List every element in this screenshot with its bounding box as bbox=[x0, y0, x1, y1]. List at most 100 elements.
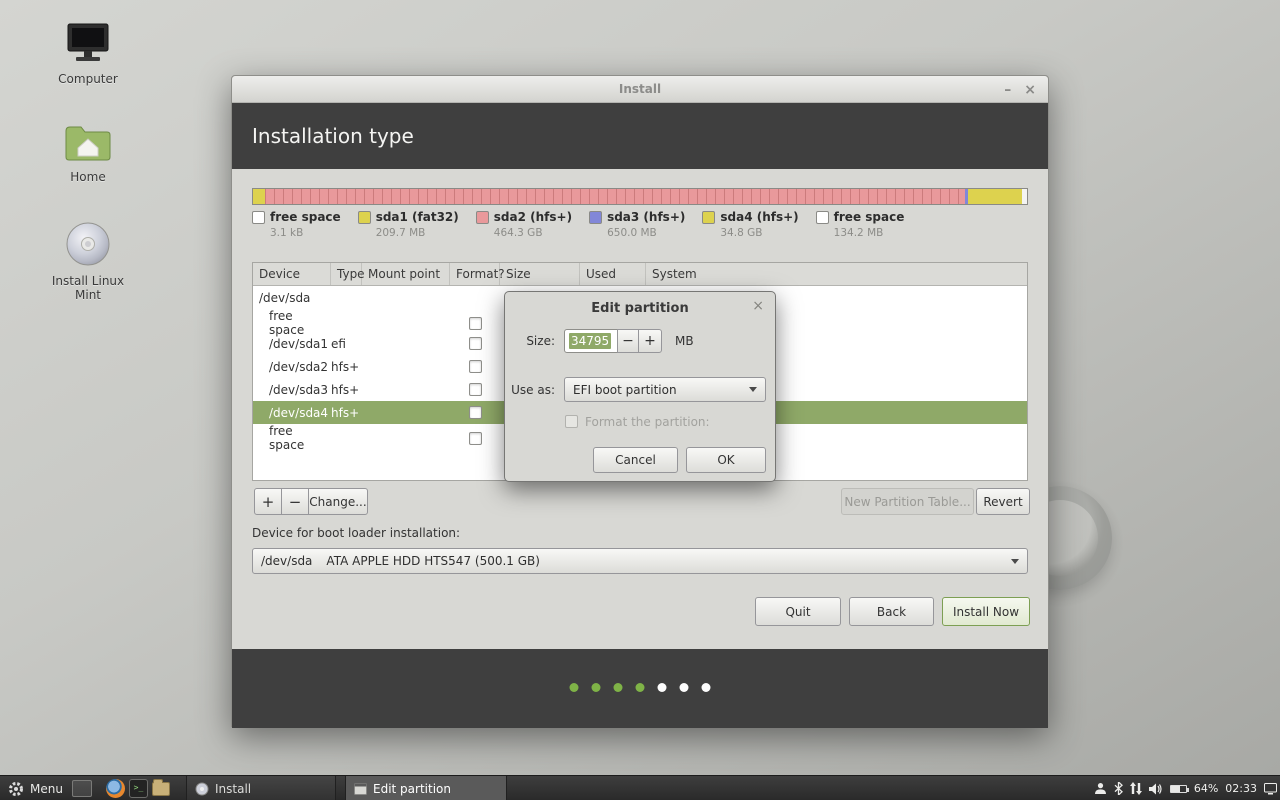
network-icon[interactable] bbox=[1130, 782, 1142, 795]
legend-size: 134.2 MB bbox=[834, 227, 905, 239]
computer-icon bbox=[62, 22, 114, 66]
legend-item: sda2 (hfs+)464.3 GB bbox=[476, 210, 572, 239]
partition-segment-free-space bbox=[1022, 189, 1027, 204]
format-checkbox[interactable] bbox=[469, 383, 482, 396]
add-partition-button[interactable]: + bbox=[254, 488, 282, 515]
size-decrement-button[interactable]: − bbox=[617, 329, 639, 353]
quit-button[interactable]: Quit bbox=[755, 597, 841, 626]
legend-swatch bbox=[702, 211, 715, 224]
column-header: Size bbox=[500, 263, 580, 285]
desktop-icon-install-linux-mint[interactable]: Install Linux Mint bbox=[40, 220, 136, 302]
legend-label: sda1 (fat32) bbox=[376, 210, 459, 224]
size-unit-label: MB bbox=[675, 334, 694, 348]
firefox-icon[interactable] bbox=[106, 779, 125, 798]
chevron-down-icon bbox=[749, 387, 757, 392]
legend-swatch bbox=[358, 211, 371, 224]
clock[interactable]: 02:33 bbox=[1225, 782, 1257, 795]
taskbar-task-install[interactable]: Install bbox=[186, 776, 336, 800]
use-as-select[interactable]: EFI boot partition bbox=[564, 377, 766, 402]
change-partition-button[interactable]: Change... bbox=[308, 488, 368, 515]
dialog-title: Edit partition bbox=[505, 301, 775, 316]
cell-device: /dev/sda4 bbox=[253, 406, 331, 420]
remove-partition-button[interactable]: − bbox=[281, 488, 309, 515]
column-header: Device bbox=[253, 263, 331, 285]
desktop-icon-home[interactable]: Home bbox=[40, 122, 136, 184]
bluetooth-icon[interactable] bbox=[1114, 782, 1123, 795]
taskbar-task-edit-partition[interactable]: Edit partition bbox=[345, 776, 507, 800]
column-header: Mount point bbox=[362, 263, 450, 285]
taskbar: Menu >_ Install Edit partition bbox=[0, 775, 1280, 800]
install-now-button[interactable]: Install Now bbox=[942, 597, 1030, 626]
format-checkbox[interactable] bbox=[469, 406, 482, 419]
desktop-icon-label: Home bbox=[70, 170, 105, 184]
user-icon[interactable] bbox=[1094, 782, 1107, 795]
legend-swatch bbox=[816, 211, 829, 224]
dialog-close-icon[interactable]: × bbox=[752, 298, 764, 314]
legend-size: 464.3 GB bbox=[494, 227, 572, 239]
format-checkbox[interactable] bbox=[469, 317, 482, 330]
partition-legend: free space3.1 kB sda1 (fat32)209.7 MB sd… bbox=[252, 210, 904, 239]
legend-label: free space bbox=[834, 210, 905, 224]
column-header: System bbox=[646, 263, 1027, 285]
show-desktop-button[interactable] bbox=[72, 780, 92, 797]
column-header: Format? bbox=[450, 263, 500, 285]
use-as-value: EFI boot partition bbox=[573, 383, 677, 397]
partition-segment-sda4 bbox=[968, 189, 1022, 204]
desktop-icon-computer[interactable]: Computer bbox=[40, 22, 136, 86]
task-label: Install bbox=[215, 782, 251, 796]
progress-dot-7 bbox=[702, 683, 711, 692]
legend-label: sda3 (hfs+) bbox=[607, 210, 685, 224]
cell-device: /dev/sda bbox=[253, 291, 331, 305]
size-value: 34795 bbox=[569, 333, 611, 349]
window-titlebar[interactable]: Install – × bbox=[232, 76, 1048, 103]
size-increment-button[interactable]: + bbox=[638, 329, 662, 353]
legend-item: free space3.1 kB bbox=[252, 210, 341, 239]
use-as-label: Use as: bbox=[510, 383, 555, 397]
minimize-button[interactable]: – bbox=[1004, 83, 1011, 97]
progress-dot-1 bbox=[570, 683, 579, 692]
display-icon[interactable] bbox=[1264, 783, 1277, 795]
new-partition-table-button: New Partition Table... bbox=[841, 488, 974, 515]
menu-button[interactable]: Menu bbox=[0, 776, 71, 800]
cd-icon bbox=[64, 220, 112, 268]
format-checkbox[interactable] bbox=[469, 432, 482, 445]
legend-size: 34.8 GB bbox=[720, 227, 798, 239]
cell-type: hfs+ bbox=[331, 406, 362, 420]
battery-percent[interactable]: 64% bbox=[1194, 782, 1218, 795]
terminal-icon[interactable]: >_ bbox=[129, 779, 148, 798]
dialog-window-icon bbox=[354, 783, 367, 795]
cd-icon bbox=[195, 782, 209, 796]
progress-dot-2 bbox=[592, 683, 601, 692]
format-partition-label: Format the partition: bbox=[585, 415, 710, 429]
window-footer bbox=[232, 649, 1048, 728]
files-icon[interactable] bbox=[152, 779, 171, 798]
progress-dots bbox=[570, 683, 711, 692]
progress-dot-5 bbox=[658, 683, 667, 692]
legend-item: sda4 (hfs+) 34.8 GB bbox=[702, 210, 798, 239]
cell-device: free space bbox=[253, 424, 331, 452]
cancel-button[interactable]: Cancel bbox=[593, 447, 678, 473]
desktop: Computer Home Install Linux Mint Install bbox=[0, 0, 1280, 800]
system-tray: 64% 02:33 bbox=[1094, 776, 1277, 800]
legend-swatch bbox=[476, 211, 489, 224]
legend-item: free space 134.2 MB bbox=[816, 210, 905, 239]
volume-icon[interactable] bbox=[1149, 783, 1163, 795]
page-title: Installation type bbox=[232, 103, 1048, 169]
battery-icon[interactable] bbox=[1170, 785, 1187, 793]
column-header: Type bbox=[331, 263, 362, 285]
menu-gear-icon bbox=[8, 781, 24, 797]
legend-label: sda4 (hfs+) bbox=[720, 210, 798, 224]
cell-type: efi bbox=[331, 337, 362, 351]
back-button[interactable]: Back bbox=[849, 597, 934, 626]
ok-button[interactable]: OK bbox=[686, 447, 766, 473]
partition-segment-sda1 bbox=[253, 189, 265, 204]
revert-button[interactable]: Revert bbox=[976, 488, 1030, 515]
close-button[interactable]: × bbox=[1024, 83, 1036, 97]
window-title: Install bbox=[619, 82, 661, 96]
bootloader-device-select[interactable]: /dev/sda ATA APPLE HDD HTS547 (500.1 GB) bbox=[252, 548, 1028, 574]
cell-device: /dev/sda2 bbox=[253, 360, 331, 374]
format-checkbox[interactable] bbox=[469, 360, 482, 373]
size-label: Size: bbox=[519, 334, 555, 348]
format-checkbox[interactable] bbox=[469, 337, 482, 350]
size-input[interactable]: 34795 bbox=[564, 329, 618, 353]
